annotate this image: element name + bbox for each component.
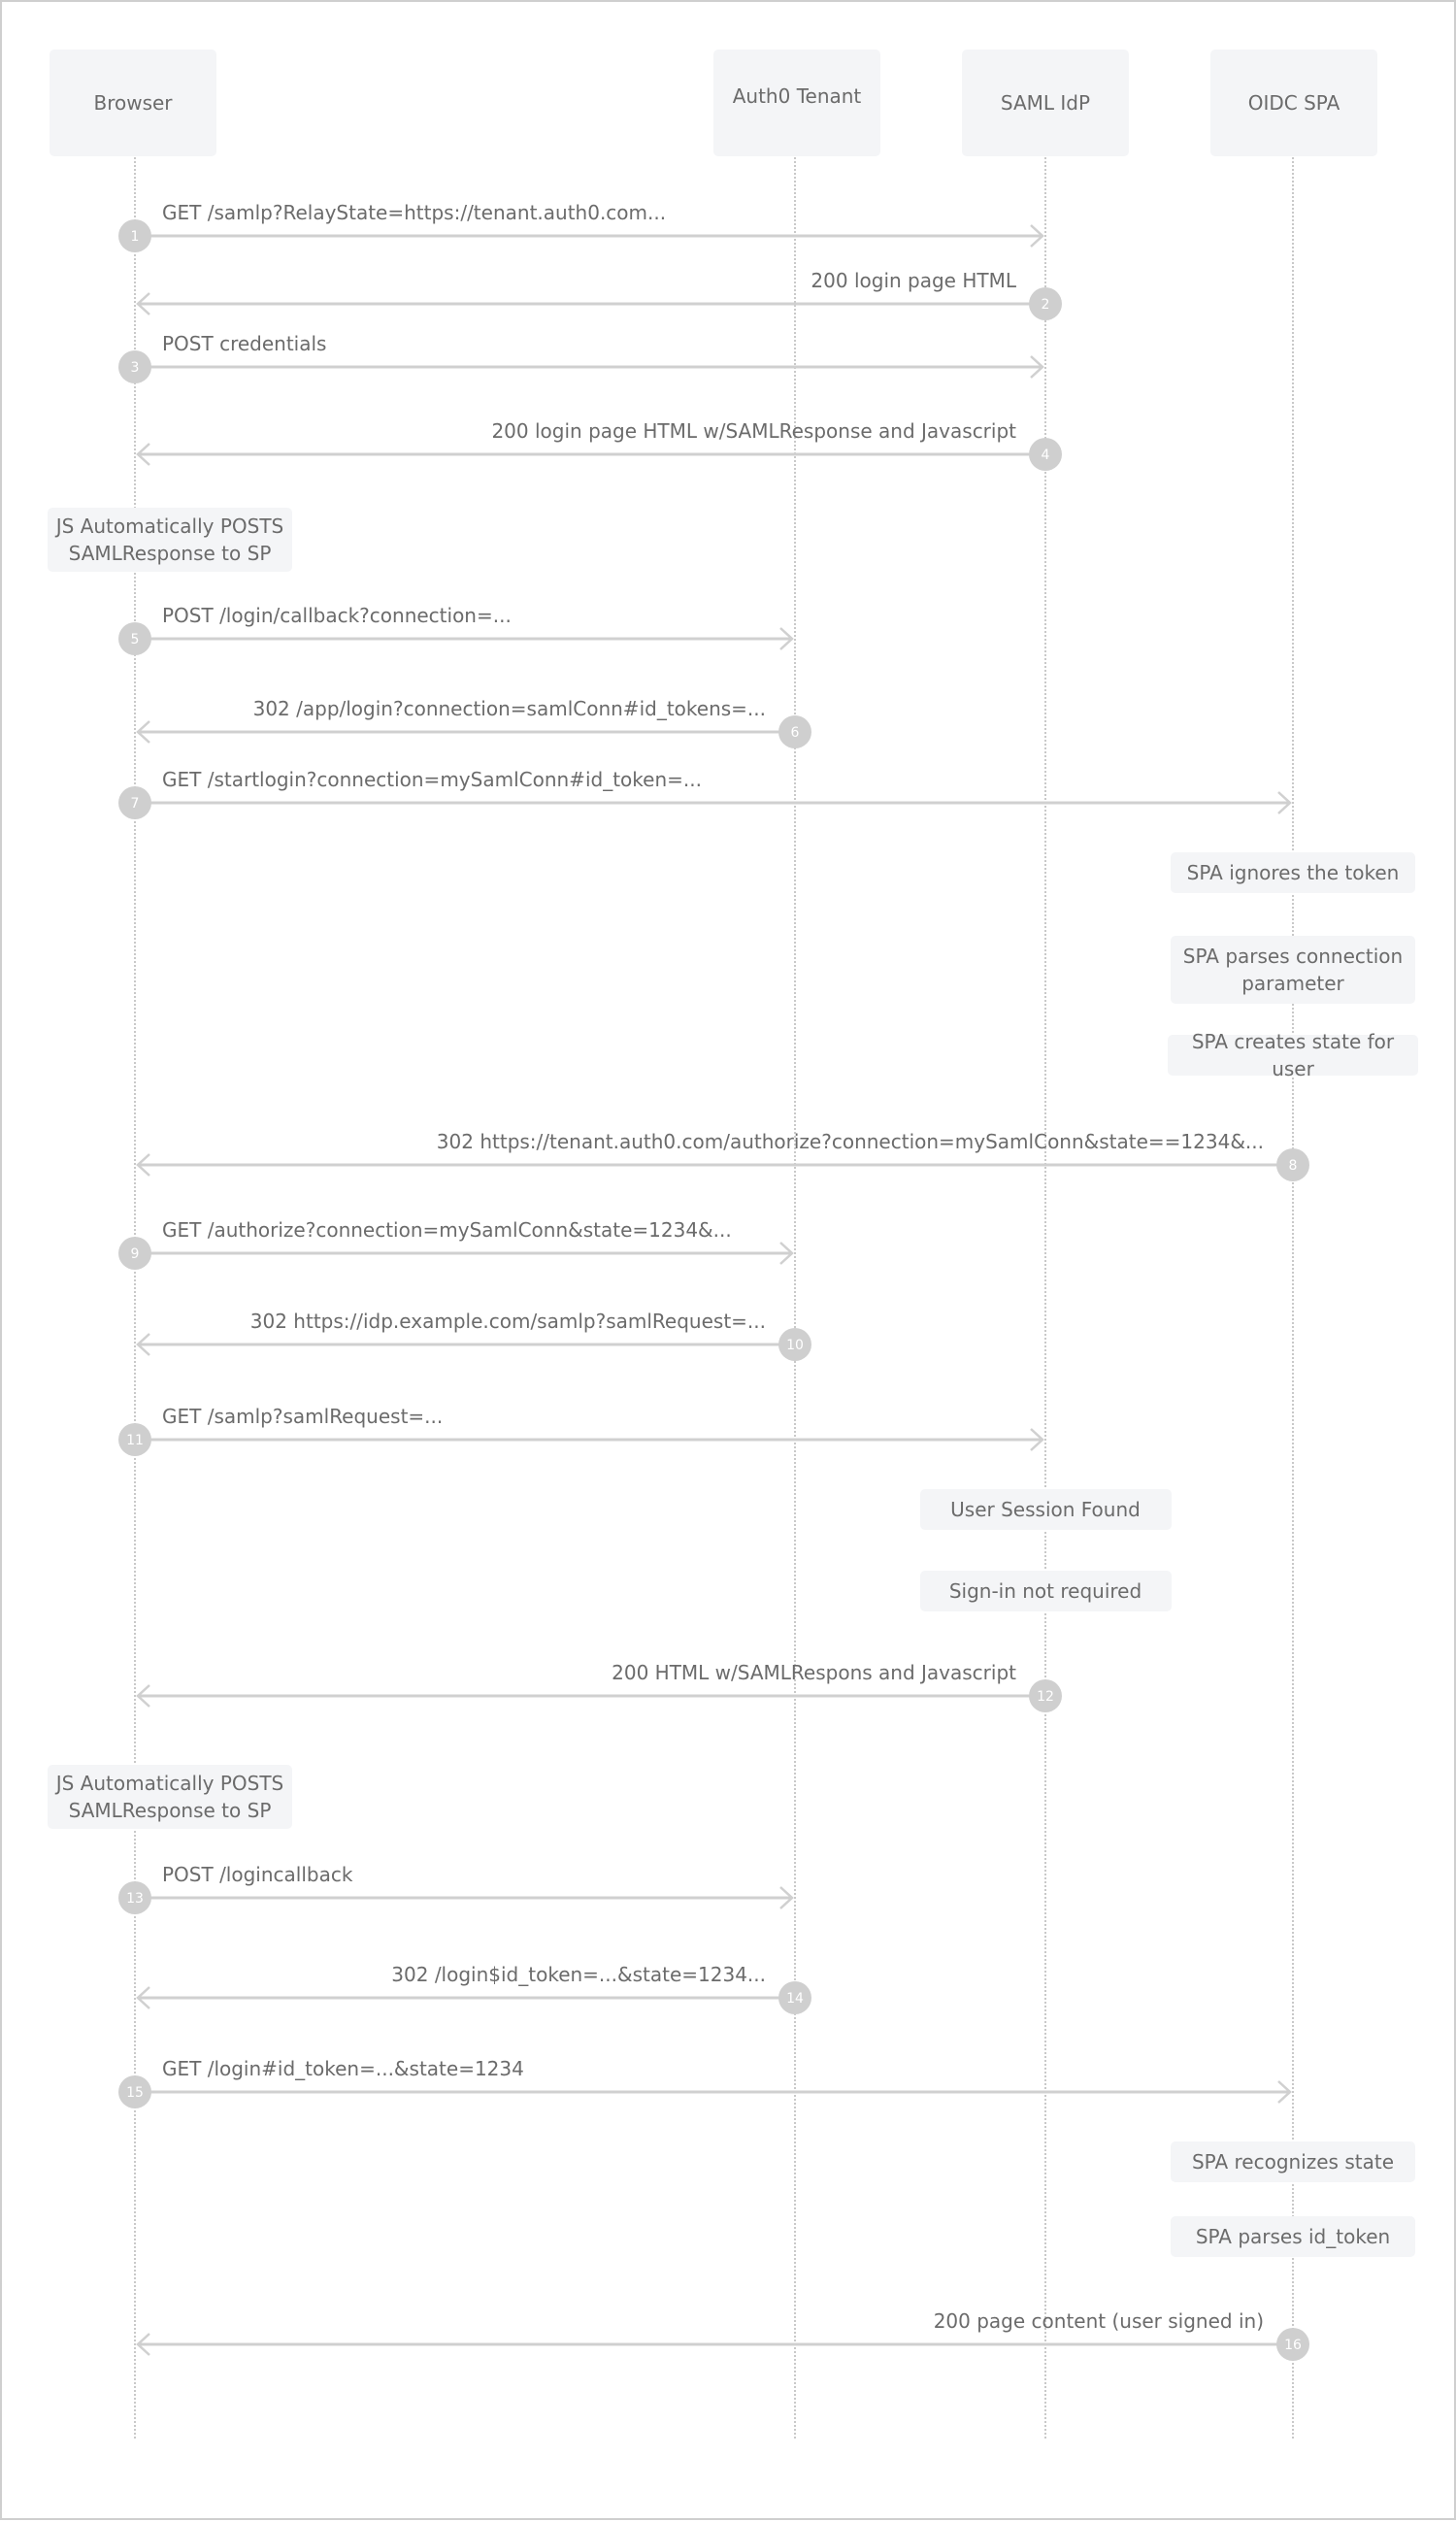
step-number: 15 — [126, 2085, 144, 2101]
step-number: 12 — [1037, 1689, 1054, 1705]
diagram-frame: Browser Auth0 Tenant SAML IdP OIDC SPA G… — [0, 0, 1456, 2520]
step-number: 7 — [131, 796, 140, 812]
step-number: 2 — [1042, 297, 1050, 313]
message-arrows: 12345678910111213141516 — [118, 219, 1309, 2361]
step-number: 16 — [1284, 2338, 1302, 2353]
step-number: 13 — [126, 1891, 144, 1907]
step-number: 6 — [791, 725, 800, 741]
step-number: 11 — [126, 1433, 144, 1448]
step-number: 9 — [131, 1246, 140, 1262]
step-number: 4 — [1042, 448, 1050, 463]
step-number: 8 — [1289, 1158, 1298, 1174]
step-number: 14 — [786, 1991, 804, 2007]
step-number: 1 — [131, 229, 140, 245]
step-number: 5 — [131, 632, 140, 647]
step-number: 10 — [786, 1338, 804, 1353]
step-number: 3 — [131, 360, 140, 376]
